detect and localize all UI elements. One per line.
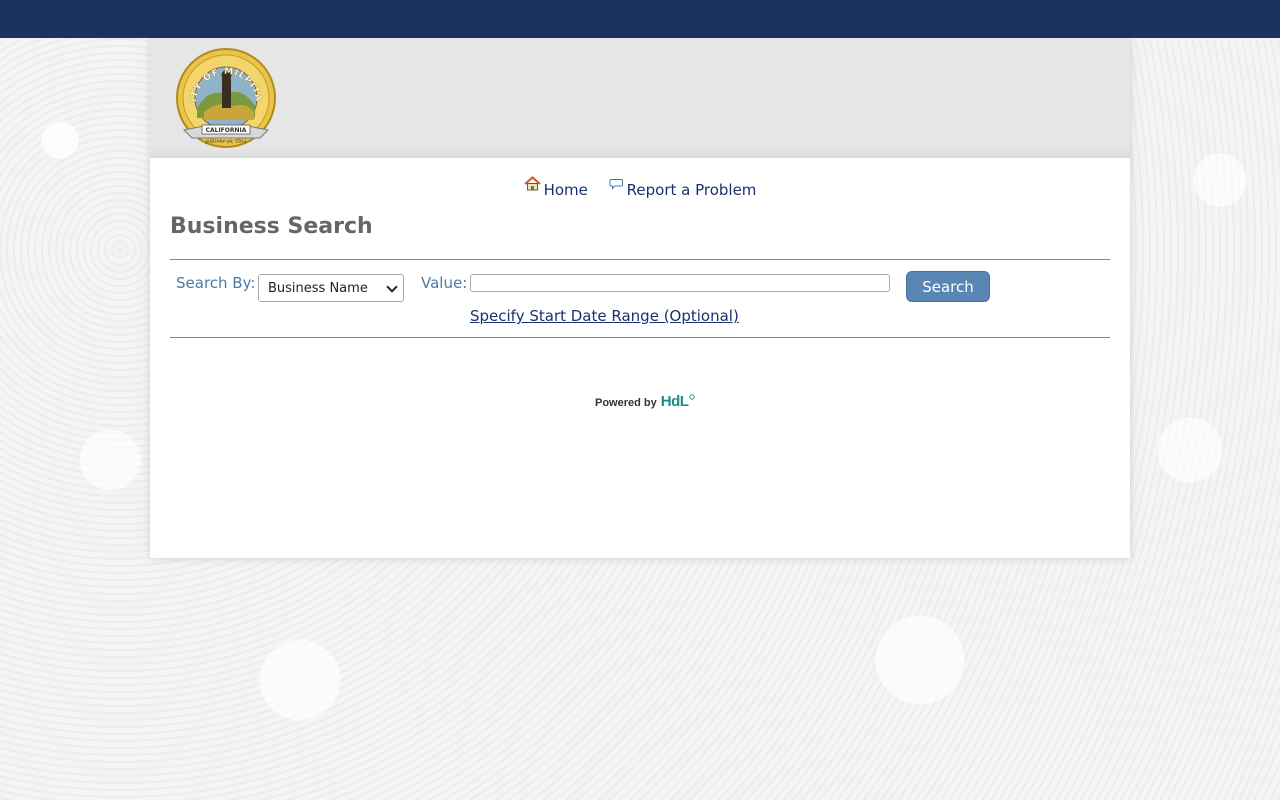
top-bar xyxy=(0,0,1280,38)
page-title: Business Search xyxy=(170,214,373,239)
main-panel: CALIFORNIA JANUARY 26, 1954 CITY OF MILP… xyxy=(150,38,1130,558)
search-by-select[interactable]: Business Name xyxy=(258,274,404,302)
date-range-link[interactable]: Specify Start Date Range (Optional) xyxy=(470,307,739,325)
search-by-selected-value: Business Name xyxy=(268,280,368,296)
search-by-label: Search By: xyxy=(176,274,256,292)
seal-date-text: JANUARY 26, 1954 xyxy=(204,139,246,145)
powered-by-text: Powered by xyxy=(595,397,657,409)
value-input[interactable] xyxy=(470,274,890,292)
seal-banner-text: CALIFORNIA xyxy=(206,127,247,134)
hdl-brand: HdL xyxy=(660,393,689,410)
header-band: CALIFORNIA JANUARY 26, 1954 CITY OF MILP… xyxy=(150,38,1130,158)
nav-report-problem-label: Report a Problem xyxy=(626,181,757,199)
chevron-down-icon xyxy=(386,281,398,293)
powered-by-logo[interactable]: Powered by HdL xyxy=(595,393,696,410)
nav-home-label: Home xyxy=(543,180,588,199)
nav-home-link[interactable]: Home xyxy=(523,176,588,199)
value-label: Value: xyxy=(421,274,468,292)
speech-bubble-icon xyxy=(609,177,624,195)
home-icon xyxy=(523,176,541,195)
top-nav: Home Report a Problem xyxy=(150,176,1130,199)
hdl-mark-icon xyxy=(689,394,696,400)
nav-report-problem-link[interactable]: Report a Problem xyxy=(609,179,757,199)
divider-bottom xyxy=(170,337,1110,338)
divider-top xyxy=(170,259,1110,260)
city-seal-logo: CALIFORNIA JANUARY 26, 1954 CITY OF MILP… xyxy=(174,48,276,148)
search-button[interactable]: Search xyxy=(906,271,990,302)
